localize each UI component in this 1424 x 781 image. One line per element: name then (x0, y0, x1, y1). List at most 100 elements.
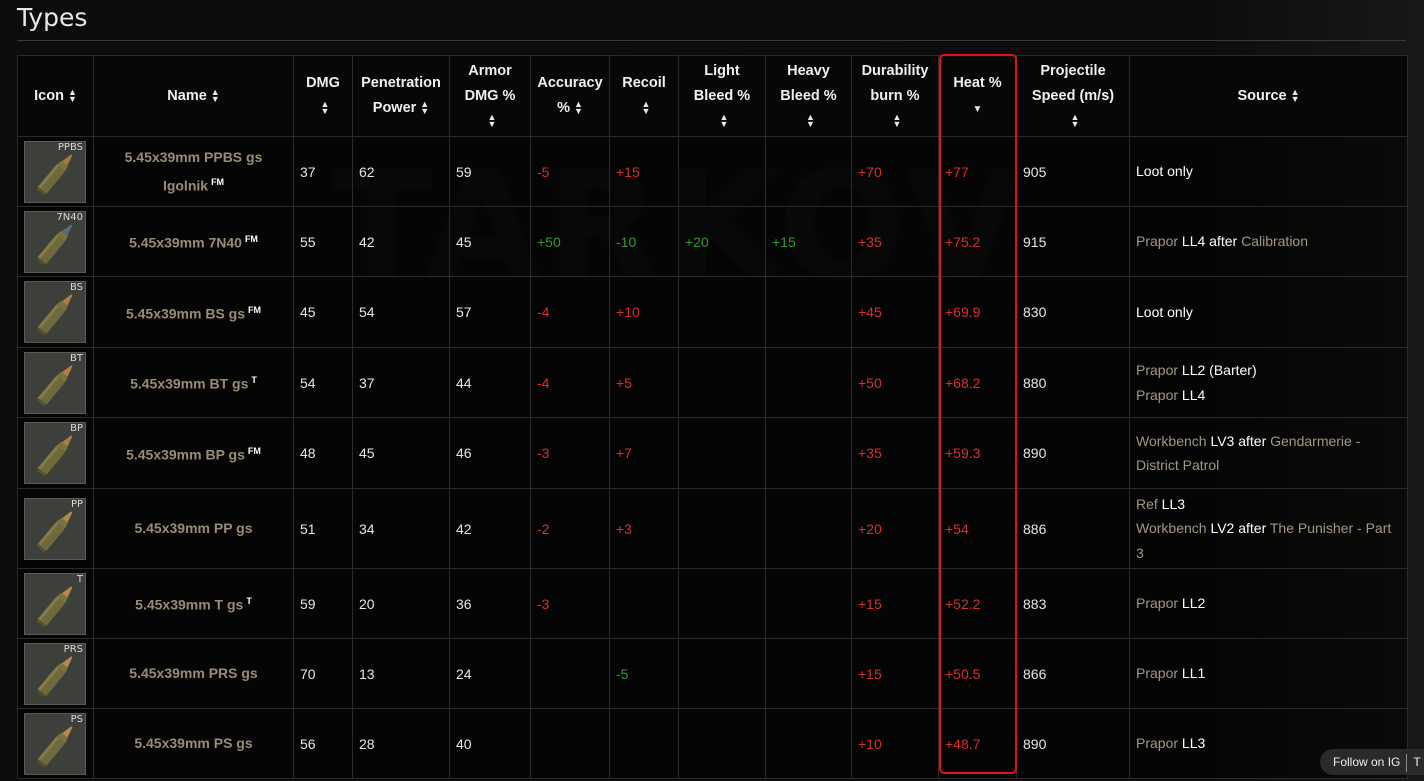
ammo-name[interactable]: 5.45x39mm PPBS gs Igolnik (125, 149, 263, 194)
header-durability[interactable]: Durability burn % ▲ ▼ (851, 55, 939, 137)
header-heat[interactable]: Heat % ▼ (938, 55, 1017, 137)
page-title: Types (17, 3, 88, 32)
ammo-name[interactable]: 5.45x39mm BP gs (126, 446, 245, 462)
ammo-badge: FM (248, 304, 262, 315)
header-light-bleed[interactable]: Light Bleed % ▲ ▼ (678, 55, 766, 137)
header-heavy-bleed[interactable]: Heavy Bleed % ▲ ▼ (765, 55, 852, 137)
light-bleed-value (678, 276, 766, 348)
source-text: Loot only (1136, 303, 1193, 320)
cartridge-icon[interactable]: PPBS (24, 140, 86, 203)
heat-value: +69.9 (938, 276, 1017, 348)
ammo-name-cell[interactable]: 5.45x39mm BP gs FM (93, 417, 294, 489)
ammo-name[interactable]: 5.45x39mm T gs (135, 597, 243, 613)
ammo-badge: T (251, 375, 257, 386)
armor-dmg-value: 45 (449, 206, 531, 277)
source-link[interactable]: Prapor (1136, 362, 1178, 378)
source-link[interactable]: Prapor (1136, 233, 1178, 249)
source-link[interactable]: Prapor (1136, 735, 1178, 751)
ammo-name-cell[interactable]: 5.45x39mm PRS gs (93, 638, 294, 709)
light-bleed-value (678, 417, 766, 489)
header-icon[interactable]: Icon ▲ ▼ (17, 55, 94, 137)
ammo-name-cell[interactable]: 5.45x39mm PPBS gs Igolnik FM (93, 136, 294, 207)
armor-dmg-value: 24 (449, 638, 531, 709)
armor-dmg-value: 59 (449, 136, 531, 207)
source-link[interactable]: Workbench (1136, 520, 1207, 536)
table-row[interactable]: T 5.45x39mm T gs T 59 20 36 -3 +15 +52.2 883 Prapo… (17, 568, 1408, 639)
source-text: LV3 after (1206, 432, 1271, 449)
header-recoil[interactable]: Recoil ▲ ▼ (609, 55, 679, 137)
ammo-name-cell[interactable]: 5.45x39mm BT gs T (93, 347, 294, 418)
table-row[interactable]: 7N40 5.45x39mm 7N40 FM 55 42 45 +50 -10 +20 +15 +3… (17, 206, 1408, 277)
sort-arrows-icon: ▲ ▼ (806, 111, 815, 129)
sort-arrows-icon: ▲ ▼ (210, 86, 220, 104)
header-accuracy[interactable]: Accuracy % ▲ ▼ (530, 55, 610, 137)
cartridge-icon[interactable]: PRS (24, 642, 86, 705)
ammo-name-cell[interactable]: 5.45x39mm BS gs FM (93, 276, 294, 348)
ammo-tag: 7N40 (56, 211, 83, 223)
projectile-speed-value: 866 (1016, 638, 1130, 709)
source-link[interactable]: Calibration (1241, 233, 1308, 249)
ammo-name[interactable]: 5.45x39mm PS gs (134, 735, 252, 751)
source-link[interactable]: Workbench (1136, 433, 1207, 449)
cartridge-icon[interactable]: PS (24, 712, 86, 775)
header-dmg[interactable]: DMG ▲ ▼ (293, 55, 353, 137)
cartridge-icon[interactable]: BP (24, 422, 86, 484)
cartridge-icon[interactable]: PP (24, 497, 86, 560)
header-projectile-speed[interactable]: Projectile Speed (m/s) ▲ ▼ (1016, 55, 1130, 137)
ammo-name-cell[interactable]: 5.45x39mm PS gs (93, 708, 294, 779)
header-name[interactable]: Name ▲ ▼ (93, 55, 294, 137)
source-link[interactable]: Prapor (1136, 665, 1178, 681)
header-name-label: Name (167, 87, 207, 104)
source-link[interactable]: Prapor (1136, 595, 1178, 611)
source-cell: Prapor LL2 (Barter) Prapor LL4 (1129, 347, 1408, 418)
ammo-name[interactable]: 5.45x39mm BS gs (126, 305, 245, 321)
recoil-value (609, 708, 679, 779)
table-row[interactable]: BS 5.45x39mm BS gs FM 45 54 57 -4 +10 +45 +69.9 83… (17, 276, 1408, 348)
source-cell: Workbench LV3 after Gendarmerie - Distri… (1129, 417, 1408, 489)
ammo-name[interactable]: 5.45x39mm 7N40 (129, 235, 242, 251)
heat-value: +54 (938, 488, 1017, 569)
cartridge-icon[interactable]: T (24, 572, 86, 635)
header-penetration[interactable]: Penetration Power ▲ ▼ (352, 55, 450, 137)
durability-burn-value: +35 (851, 417, 939, 489)
ammo-icon-cell: PRS (17, 638, 94, 709)
table-row[interactable]: PP 5.45x39mm PP gs 51 34 42 -2 +3 +20 +54 886 Ref … (17, 488, 1408, 569)
follow-next-label: T (1413, 755, 1421, 769)
header-dmg-label: DMG (306, 75, 340, 91)
heavy-bleed-value (765, 136, 852, 207)
ammo-name[interactable]: 5.45x39mm PP gs (134, 520, 252, 536)
ammo-name-cell[interactable]: 5.45x39mm T gs T (93, 568, 294, 639)
dmg-value: 45 (293, 276, 353, 348)
follow-on-ig-button[interactable]: Follow on IG T (1320, 749, 1424, 775)
table-row[interactable]: PS 5.45x39mm PS gs 56 28 40 +10 +48.7 890 Prapor… (17, 708, 1408, 779)
ammo-name-cell[interactable]: 5.45x39mm PP gs (93, 488, 294, 569)
accuracy-value (530, 708, 610, 779)
table-row[interactable]: BT 5.45x39mm BT gs T 54 37 44 -4 +5 +50 +68.2 880 P… (17, 347, 1408, 418)
table-row[interactable]: BP 5.45x39mm BP gs FM 48 45 46 -3 +7 +35 +59.3 890… (17, 417, 1408, 489)
source-text: Loot only (1136, 163, 1193, 180)
accuracy-value (530, 638, 610, 709)
header-source[interactable]: Source ▲ ▼ (1129, 55, 1408, 137)
ammo-icon-cell: PPBS (17, 136, 94, 207)
source-link[interactable]: Ref (1136, 496, 1158, 512)
cartridge-icon[interactable]: BT (24, 351, 86, 414)
source-cell: Loot only (1129, 136, 1408, 207)
ammo-name-cell[interactable]: 5.45x39mm 7N40 FM (93, 206, 294, 277)
ammo-name[interactable]: 5.45x39mm BT gs (130, 376, 248, 392)
table-row[interactable]: PRS 5.45x39mm PRS gs 70 13 24 -5 +15 +50.5 866 Pr… (17, 638, 1408, 709)
header-armor-dmg[interactable]: Armor DMG % ▲ ▼ (449, 55, 531, 137)
light-bleed-value (678, 568, 766, 639)
source-cell: Loot only (1129, 276, 1408, 348)
source-link[interactable]: Prapor (1136, 387, 1178, 403)
ammo-name[interactable]: 5.45x39mm PRS gs (129, 665, 257, 681)
heat-value: +59.3 (938, 417, 1017, 489)
cartridge-icon[interactable]: 7N40 (24, 210, 86, 273)
accuracy-value: -2 (530, 488, 610, 569)
ammo-icon-cell: T (17, 568, 94, 639)
table-row[interactable]: PPBS 5.45x39mm PPBS gs Igolnik FM 37 62 59 -5 +… (17, 136, 1408, 207)
source-text: LL4 (1178, 386, 1206, 403)
projectile-speed-value: 905 (1016, 136, 1130, 207)
cartridge-icon[interactable]: BS (24, 281, 86, 343)
ammo-tag: BS (69, 282, 83, 293)
projectile-speed-value: 915 (1016, 206, 1130, 277)
